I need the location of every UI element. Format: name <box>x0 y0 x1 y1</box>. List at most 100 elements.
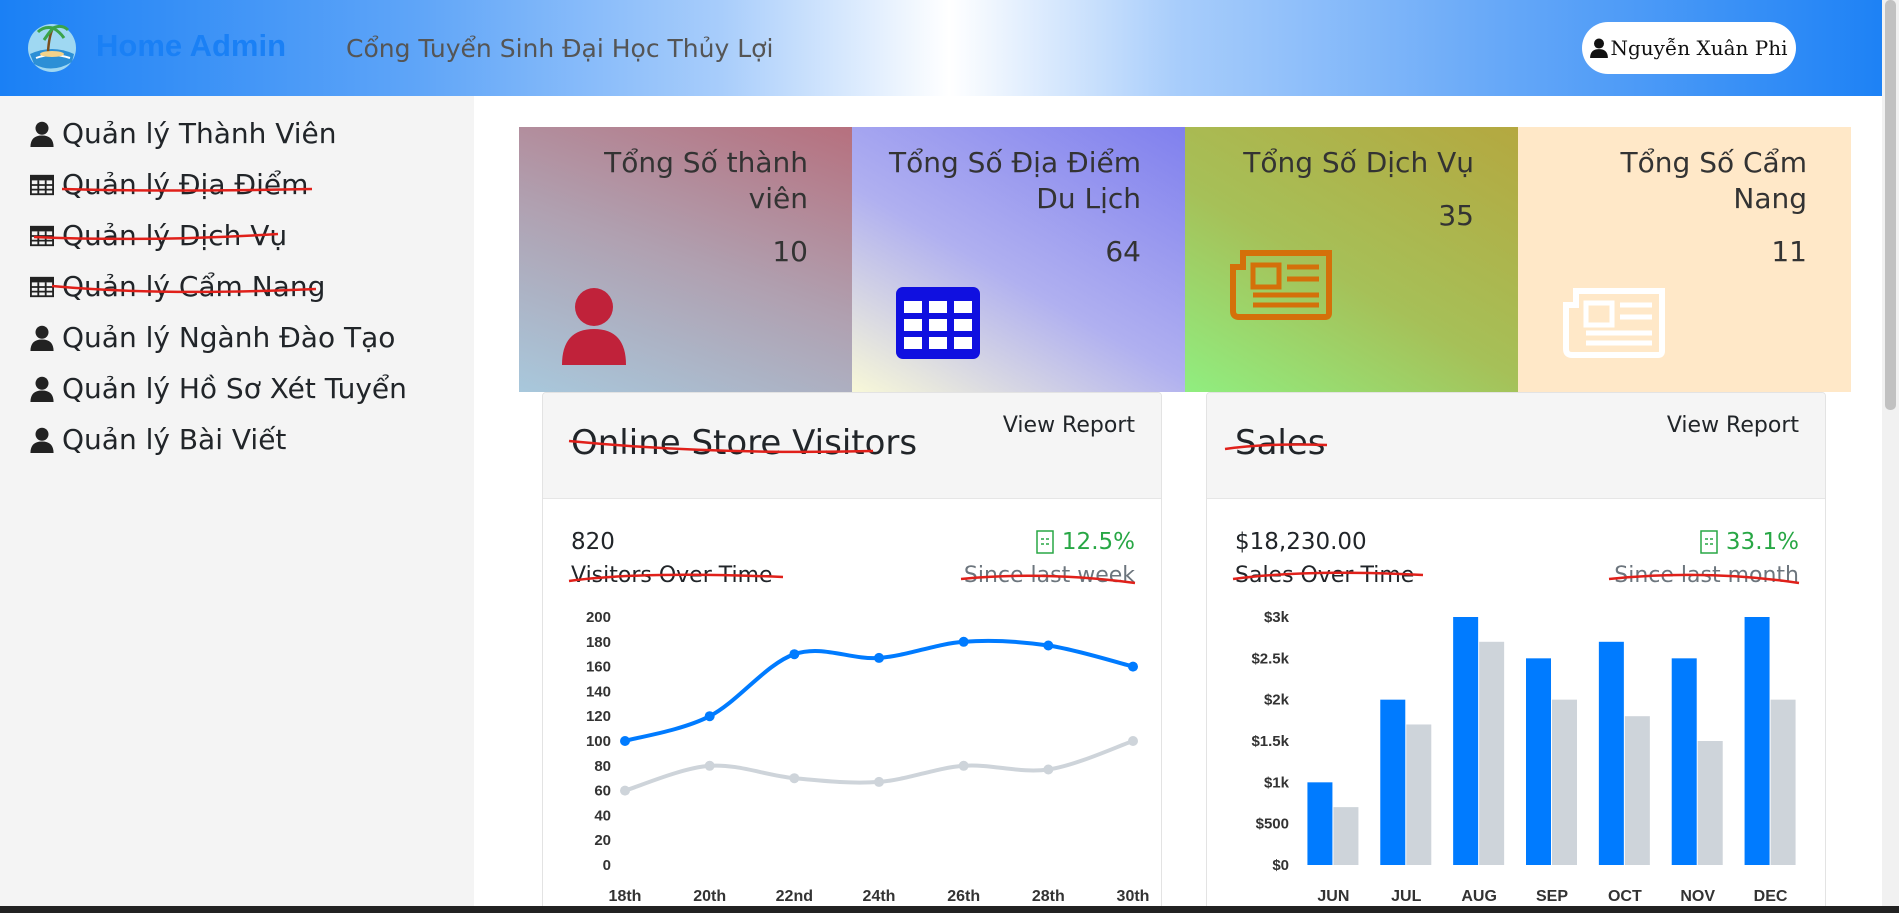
stat-value: 35 <box>1438 199 1474 232</box>
top-header: Home Admin Cổng Tuyển Sinh Đại Học Thủy … <box>0 0 1899 96</box>
y-tick-label: 100 <box>586 733 611 750</box>
stat-label: Tổng Số Dịch Vụ <box>1243 146 1474 179</box>
user-icon <box>30 325 54 351</box>
sidebar-item-members[interactable]: Quản lý Thành Viên <box>30 117 337 150</box>
newspaper-icon <box>1230 250 1332 320</box>
x-tick-label: JUN <box>1317 888 1349 905</box>
sidebar-item-posts[interactable]: Quản lý Bài Viết <box>30 423 286 456</box>
sales-total: $18,230.00 <box>1235 529 1367 555</box>
bar[interactable] <box>1697 741 1723 865</box>
newspaper-icon <box>1563 288 1665 358</box>
sidebar-item-applications[interactable]: Quản lý Hồ Sơ Xét Tuyển <box>30 372 407 405</box>
table-icon <box>896 287 980 359</box>
bar[interactable] <box>1406 724 1432 865</box>
sidebar-item-handbook[interactable]: Quản lý Cẩm Nang <box>30 270 325 303</box>
data-point[interactable] <box>1128 736 1138 746</box>
x-tick-label: NOV <box>1680 888 1715 905</box>
panel-header: Sales View Report <box>1207 393 1825 499</box>
view-report-link[interactable]: View Report <box>1667 413 1799 438</box>
bar[interactable] <box>1380 699 1406 865</box>
user-icon <box>30 376 54 402</box>
y-tick-label: 60 <box>594 783 611 800</box>
data-point[interactable] <box>704 760 715 771</box>
data-point[interactable] <box>620 785 630 796</box>
sidebar-item-locations[interactable]: Quản lý Địa Điểm <box>30 168 308 201</box>
data-point[interactable] <box>620 736 630 746</box>
visitors-line-chart: 0 20 40 60 80 100 120 140 160 180 200 18th 20th 22nd 2… <box>586 609 1150 905</box>
y-tick-label: 80 <box>594 758 611 775</box>
data-point[interactable] <box>704 711 715 722</box>
bar[interactable] <box>1552 699 1577 865</box>
bar[interactable] <box>1307 782 1333 865</box>
data-point[interactable] <box>789 649 800 660</box>
visitors-subtitle: Visitors Over Time <box>571 563 773 588</box>
visitor-percent: 12.5% <box>1036 529 1135 555</box>
visitor-count: 820 <box>571 529 615 555</box>
broken-image-icon <box>1036 530 1054 554</box>
bar[interactable] <box>1479 641 1505 865</box>
bar[interactable] <box>1453 617 1479 865</box>
stat-card-services[interactable]: Tổng Số Dịch Vụ 35 <box>1185 127 1518 392</box>
x-tick-label: DEC <box>1754 888 1788 905</box>
data-point[interactable] <box>874 652 884 663</box>
data-point[interactable] <box>874 776 884 787</box>
y-tick-label: 120 <box>586 708 611 725</box>
y-tick-label: 0 <box>603 857 611 874</box>
user-icon <box>30 427 54 453</box>
sidebar-item-majors[interactable]: Quản lý Ngành Đào Tạo <box>30 321 395 354</box>
data-point[interactable] <box>1128 661 1138 672</box>
x-tick-label: SEP <box>1536 888 1568 905</box>
y-tick-label: 40 <box>594 807 611 824</box>
visitors-panel: Online Store Visitors View Report 820 12… <box>542 392 1162 913</box>
scrollbar-thumb[interactable] <box>1885 0 1896 410</box>
y-tick-label: 160 <box>586 659 611 676</box>
stat-value: 64 <box>1105 235 1141 268</box>
sidebar-item-label: Quản lý Hồ Sơ Xét Tuyển <box>62 372 407 405</box>
panel-title: Sales <box>1235 423 1326 463</box>
stat-card-members[interactable]: Tổng Số thành viên 10 <box>519 127 852 392</box>
x-tick-label: 30th <box>1117 888 1150 905</box>
user-menu-button[interactable]: Nguyễn Xuân Phi <box>1582 22 1796 74</box>
table-icon <box>30 276 54 297</box>
data-point[interactable] <box>958 636 969 647</box>
stat-value: 10 <box>772 235 808 268</box>
percent-value: 33.1% <box>1725 529 1799 555</box>
sidebar-item-label: Quản lý Dịch Vụ <box>62 219 288 252</box>
stat-value: 11 <box>1771 235 1807 268</box>
data-point[interactable] <box>789 773 800 784</box>
x-tick-label: 28th <box>1032 888 1065 905</box>
x-tick-label: 24th <box>863 888 896 905</box>
stat-card-handbook[interactable]: Tổng Số Cẩm Nang 11 <box>1518 127 1851 392</box>
sidebar: Quản lý Thành Viên Quản lý Địa Điểm Quản… <box>0 96 474 913</box>
view-report-link[interactable]: View Report <box>1003 413 1135 438</box>
bar[interactable] <box>1744 617 1770 865</box>
brand-title[interactable]: Home Admin <box>96 28 286 64</box>
bar[interactable] <box>1333 807 1359 865</box>
bar[interactable] <box>1770 699 1796 865</box>
bar[interactable] <box>1624 716 1650 865</box>
sidebar-item-services[interactable]: Quản lý Dịch Vụ <box>30 219 287 252</box>
sales-subtitle: Sales Over Time <box>1235 563 1415 588</box>
sidebar-item-label: Quản lý Cẩm Nang <box>62 270 326 303</box>
x-tick-label: AUG <box>1461 888 1497 905</box>
y-tick-label: 180 <box>586 634 611 651</box>
y-tick-label: $3k <box>1264 609 1290 626</box>
stat-label: Tổng Số Cẩm Nang <box>1620 146 1807 215</box>
sales-since: Since last month <box>1614 563 1799 588</box>
stat-card-locations[interactable]: Tổng Số Địa Điểm Du Lịch 64 <box>852 127 1185 392</box>
data-point[interactable] <box>1043 764 1054 775</box>
data-point[interactable] <box>958 760 969 771</box>
sales-percent: 33.1% <box>1700 529 1799 555</box>
bar[interactable] <box>1526 658 1551 865</box>
y-tick-label: $2.5k <box>1251 650 1289 667</box>
y-tick-label: $0 <box>1272 857 1289 874</box>
bar[interactable] <box>1671 658 1697 865</box>
y-tick-label: $1k <box>1264 774 1290 791</box>
main-content: Tổng Số thành viên 10 Tổng Số Địa Điểm D… <box>474 96 1882 913</box>
x-tick-label: 22nd <box>776 888 813 905</box>
broken-image-icon <box>1700 530 1718 554</box>
panel-title: Online Store Visitors <box>571 423 918 463</box>
logo-icon[interactable] <box>26 22 78 74</box>
data-point[interactable] <box>1043 640 1054 651</box>
bar[interactable] <box>1598 641 1624 865</box>
